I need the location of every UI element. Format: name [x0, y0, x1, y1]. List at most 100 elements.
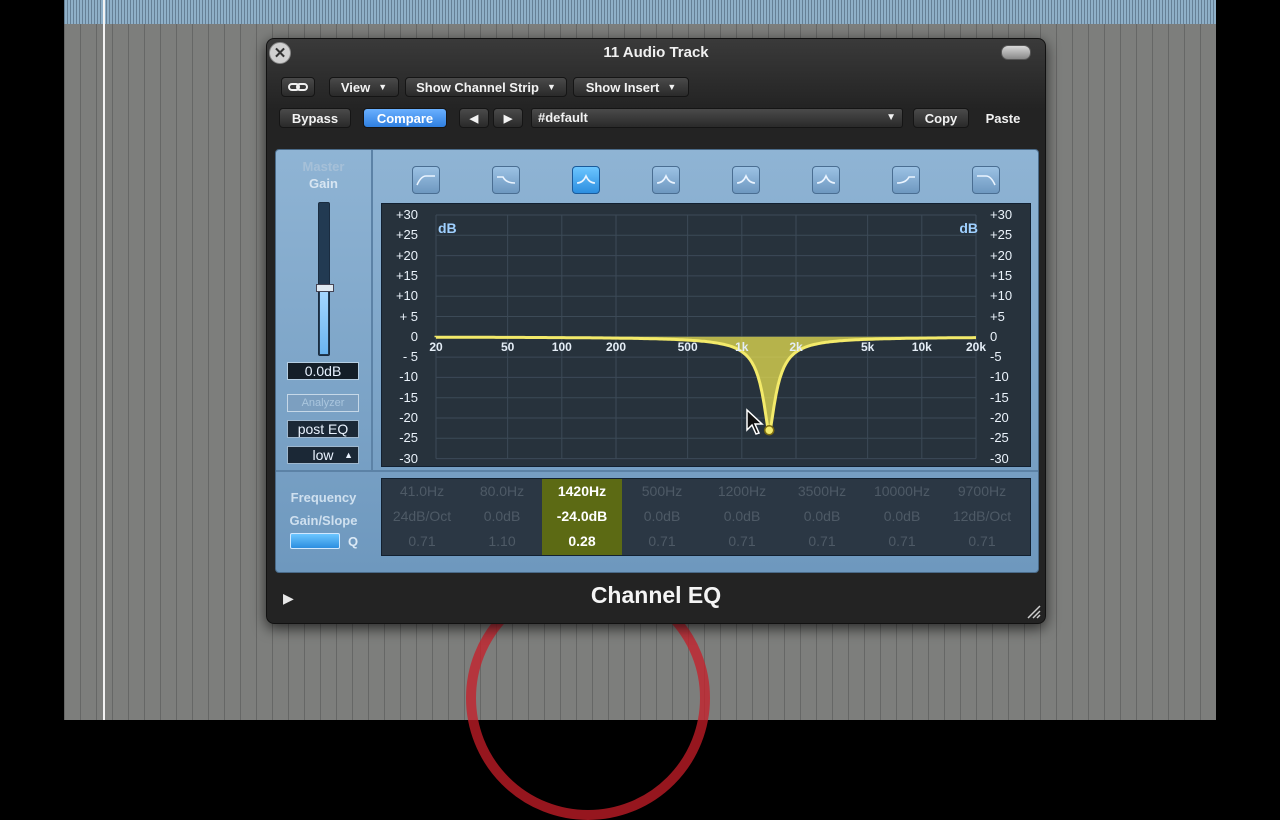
band-2-freq-value[interactable]: 80.0Hz: [462, 479, 542, 504]
db-tick-label: +5: [990, 308, 1005, 324]
link-button[interactable]: [281, 77, 315, 97]
post-eq-button[interactable]: post EQ: [287, 420, 359, 438]
title-bar[interactable]: ✕ 11 Audio Track: [267, 39, 1045, 67]
band-3-type-button[interactable]: [572, 166, 600, 194]
chevron-down-icon: ▼: [886, 112, 896, 123]
db-tick-label: +30: [395, 207, 418, 222]
band-5-type-button[interactable]: [732, 166, 760, 194]
db-tick-label: +30: [990, 207, 1013, 222]
band-7-type-button[interactable]: [892, 166, 920, 194]
next-preset-button[interactable]: ▶: [493, 108, 523, 128]
band-3-handle[interactable]: [763, 424, 775, 436]
previous-preset-button[interactable]: ◀: [459, 108, 489, 128]
db-tick-label: +25: [990, 227, 1013, 243]
chevron-down-icon: ▼: [546, 82, 556, 92]
band-parameter-table: 41.0Hz 24dB/Oct 0.71 80.0Hz 0.0dB 1.10 1420Hz -…: [381, 478, 1031, 556]
band-4-q-value[interactable]: 0.71: [622, 529, 702, 554]
band-4-freq-value[interactable]: 500Hz: [622, 479, 702, 504]
band-5-q-value[interactable]: 0.71: [702, 529, 782, 554]
plugin-window: ✕ 11 Audio Track View ▼ Show Channel Stri…: [266, 38, 1046, 624]
band-2-gain-value[interactable]: 0.0dB: [462, 504, 542, 529]
q-label: Q: [348, 533, 359, 549]
compare-button[interactable]: Compare: [363, 108, 447, 128]
parametric-bell-icon: [656, 173, 676, 184]
frequency-tick-label: 5k: [860, 340, 875, 354]
show-insert-menu[interactable]: Show Insert ▼: [573, 77, 689, 97]
band-8-type-button[interactable]: [972, 166, 1000, 194]
view-menu[interactable]: View ▼: [329, 77, 399, 97]
audio-region-waveform[interactable]: [64, 0, 1216, 24]
mouse-pointer-icon: [746, 408, 764, 435]
bypass-button[interactable]: Bypass: [279, 108, 351, 128]
master-gain-handle[interactable]: [316, 284, 334, 292]
db-tick-label: -20: [399, 410, 418, 425]
band-2-parameters: 80.0Hz 0.0dB 1.10: [462, 479, 542, 555]
band-4-type-button[interactable]: [652, 166, 680, 194]
band-8-gain-value[interactable]: 12dB/Oct: [942, 504, 1022, 529]
db-scale-left: +30 +25 +20 +15 +10 + 5 0 - 5 -10 -15 -20 -25 -30: [382, 204, 426, 466]
band-6-gain-value[interactable]: 0.0dB: [782, 504, 862, 529]
master-gain-fill: [320, 288, 328, 354]
low-cut-icon: [416, 175, 435, 186]
q-couple-button[interactable]: [290, 533, 340, 549]
frequency-tick-label: 200: [605, 340, 627, 354]
band-1-gain-value[interactable]: 24dB/Oct: [382, 504, 462, 529]
playhead-line[interactable]: [103, 0, 105, 720]
band-2-type-button[interactable]: [492, 166, 520, 194]
copy-button[interactable]: Copy: [913, 108, 969, 128]
band-2-q-value[interactable]: 1.10: [462, 529, 542, 554]
db-tick-label: -10: [399, 369, 418, 385]
eq-graph-canvas[interactable]: [382, 204, 1030, 466]
band-1-type-button[interactable]: [412, 166, 440, 194]
db-tick-label: + 5: [399, 308, 418, 324]
plugin-name: Channel EQ: [590, 582, 722, 608]
window-title: 11 Audio Track: [603, 44, 709, 61]
db-tick-label: +15: [395, 267, 418, 283]
band-1-q-value[interactable]: 0.71: [382, 529, 462, 554]
divider: [276, 470, 1038, 472]
toolbar-toggle-button[interactable]: [1001, 45, 1031, 60]
band-7-freq-value[interactable]: 10000Hz: [862, 479, 942, 504]
band-5-gain-value[interactable]: 0.0dB: [702, 504, 782, 529]
db-tick-label: -5: [990, 349, 1002, 365]
master-label-line1: Master: [302, 159, 345, 174]
band-5-freq-value[interactable]: 1200Hz: [702, 479, 782, 504]
preset-name: #default: [538, 110, 588, 125]
db-tick-label: +10: [395, 288, 418, 304]
band-3-gain-value[interactable]: -24.0dB: [542, 504, 622, 529]
preset-selector[interactable]: #default ▼: [531, 108, 903, 128]
band-8-q-value[interactable]: 0.71: [942, 529, 1022, 554]
master-gain-value[interactable]: 0.0dB: [287, 362, 359, 380]
analyzer-resolution-select[interactable]: low ▲: [287, 446, 359, 464]
chevron-down-icon: ▼: [667, 82, 677, 92]
band-5-parameters: 1200Hz 0.0dB 0.71: [702, 479, 782, 555]
frequency-tick-label: 20: [429, 340, 443, 354]
analyzer-button[interactable]: Analyzer: [287, 394, 359, 412]
frequency-tick-label: 500: [677, 340, 698, 354]
resize-grip-icon[interactable]: [1025, 603, 1041, 619]
frequency-tick-label: 10k: [911, 340, 932, 354]
show-channel-strip-menu[interactable]: Show Channel Strip ▼: [405, 77, 567, 97]
band-8-freq-value[interactable]: 9700Hz: [942, 479, 1022, 504]
view-menu-label: View: [340, 79, 371, 95]
band-7-parameters: 10000Hz 0.0dB 0.71: [862, 479, 942, 555]
band-6-parameters: 3500Hz 0.0dB 0.71: [782, 479, 862, 555]
band-6-freq-value[interactable]: 3500Hz: [782, 479, 862, 504]
master-label-line2: Gain: [309, 176, 338, 191]
resolution-value: low: [312, 447, 334, 463]
band-1-freq-value[interactable]: 41.0Hz: [382, 479, 462, 504]
band-6-type-button[interactable]: [812, 166, 840, 194]
band-4-gain-value[interactable]: 0.0dB: [622, 504, 702, 529]
band-6-q-value[interactable]: 0.71: [782, 529, 862, 554]
db-unit-left: dB: [438, 220, 457, 236]
eq-graph[interactable]: +30 +25 +20 +15 +10 + 5 0 - 5 -10 -15 -20 -25 -30 +3…: [381, 203, 1031, 467]
paste-button[interactable]: Paste: [975, 108, 1031, 128]
frequency-tick-label: 20k: [965, 340, 987, 354]
band-7-q-value[interactable]: 0.71: [862, 529, 942, 554]
db-tick-label: -15: [990, 389, 1009, 405]
band-3-q-value[interactable]: 0.28: [542, 529, 622, 554]
band-7-gain-value[interactable]: 0.0dB: [862, 504, 942, 529]
show-channel-strip-label: Show Channel Strip: [416, 79, 539, 95]
master-gain-slider[interactable]: [316, 202, 334, 356]
band-3-freq-value[interactable]: 1420Hz: [542, 479, 622, 504]
